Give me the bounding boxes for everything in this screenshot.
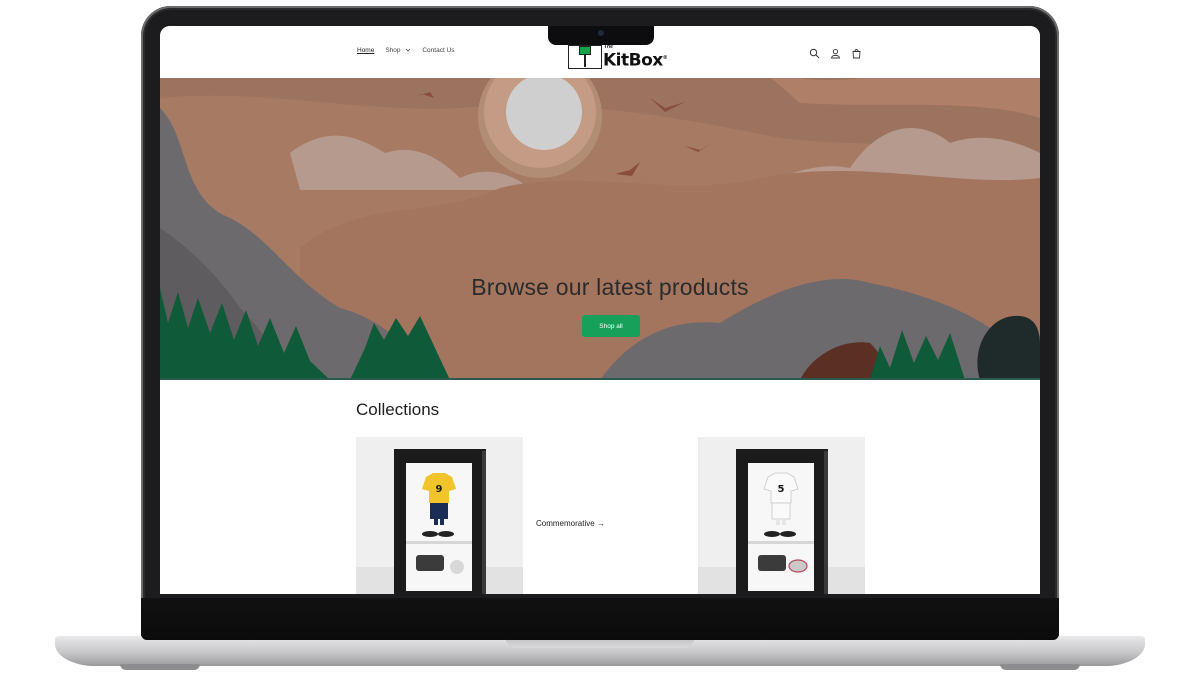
nav-shop-label: Shop bbox=[385, 47, 401, 54]
logo-emblem bbox=[568, 45, 602, 69]
framed-kit-image: 9 bbox=[356, 437, 523, 594]
camera-icon bbox=[598, 30, 604, 36]
laptop-foot-right bbox=[1000, 664, 1080, 670]
laptop-bezel-bottom bbox=[141, 598, 1059, 640]
logo-wordmark: KitBox® bbox=[603, 50, 668, 71]
nav-shop-dropdown[interactable]: Shop bbox=[385, 46, 411, 56]
account-icon[interactable] bbox=[830, 46, 841, 59]
kitbox-logo[interactable]: The KitBox® bbox=[568, 44, 668, 71]
hero-banner: Browse our latest products Shop all bbox=[160, 78, 1040, 380]
shop-all-button[interactable]: Shop all bbox=[582, 315, 640, 337]
svg-text:9: 9 bbox=[436, 484, 443, 495]
collection-link-commemorative[interactable]: Commemorative → bbox=[536, 519, 605, 528]
framed-kit-image: 5 bbox=[698, 437, 865, 594]
collections-heading: Collections bbox=[356, 400, 440, 419]
logo-jersey-icon bbox=[579, 46, 591, 55]
svg-text:5: 5 bbox=[778, 484, 785, 495]
laptop-foot-left bbox=[120, 664, 200, 670]
search-icon[interactable] bbox=[809, 46, 820, 59]
collection-card-image[interactable]: 9 bbox=[356, 437, 523, 594]
nav-home-link[interactable]: Home bbox=[357, 46, 374, 56]
collection-card-image[interactable]: 5 bbox=[698, 437, 865, 594]
chevron-down-icon bbox=[406, 48, 411, 52]
header-icons bbox=[809, 46, 862, 59]
nav-contact-link[interactable]: Contact Us bbox=[422, 46, 454, 56]
camera-notch bbox=[548, 26, 654, 45]
hero-title: Browse our latest products bbox=[471, 274, 749, 300]
laptop-screen: Home Shop Contact Us The KitBox® Browse … bbox=[160, 26, 1040, 594]
main-nav: Home Shop Contact Us bbox=[357, 46, 455, 56]
cart-icon[interactable] bbox=[851, 46, 862, 59]
